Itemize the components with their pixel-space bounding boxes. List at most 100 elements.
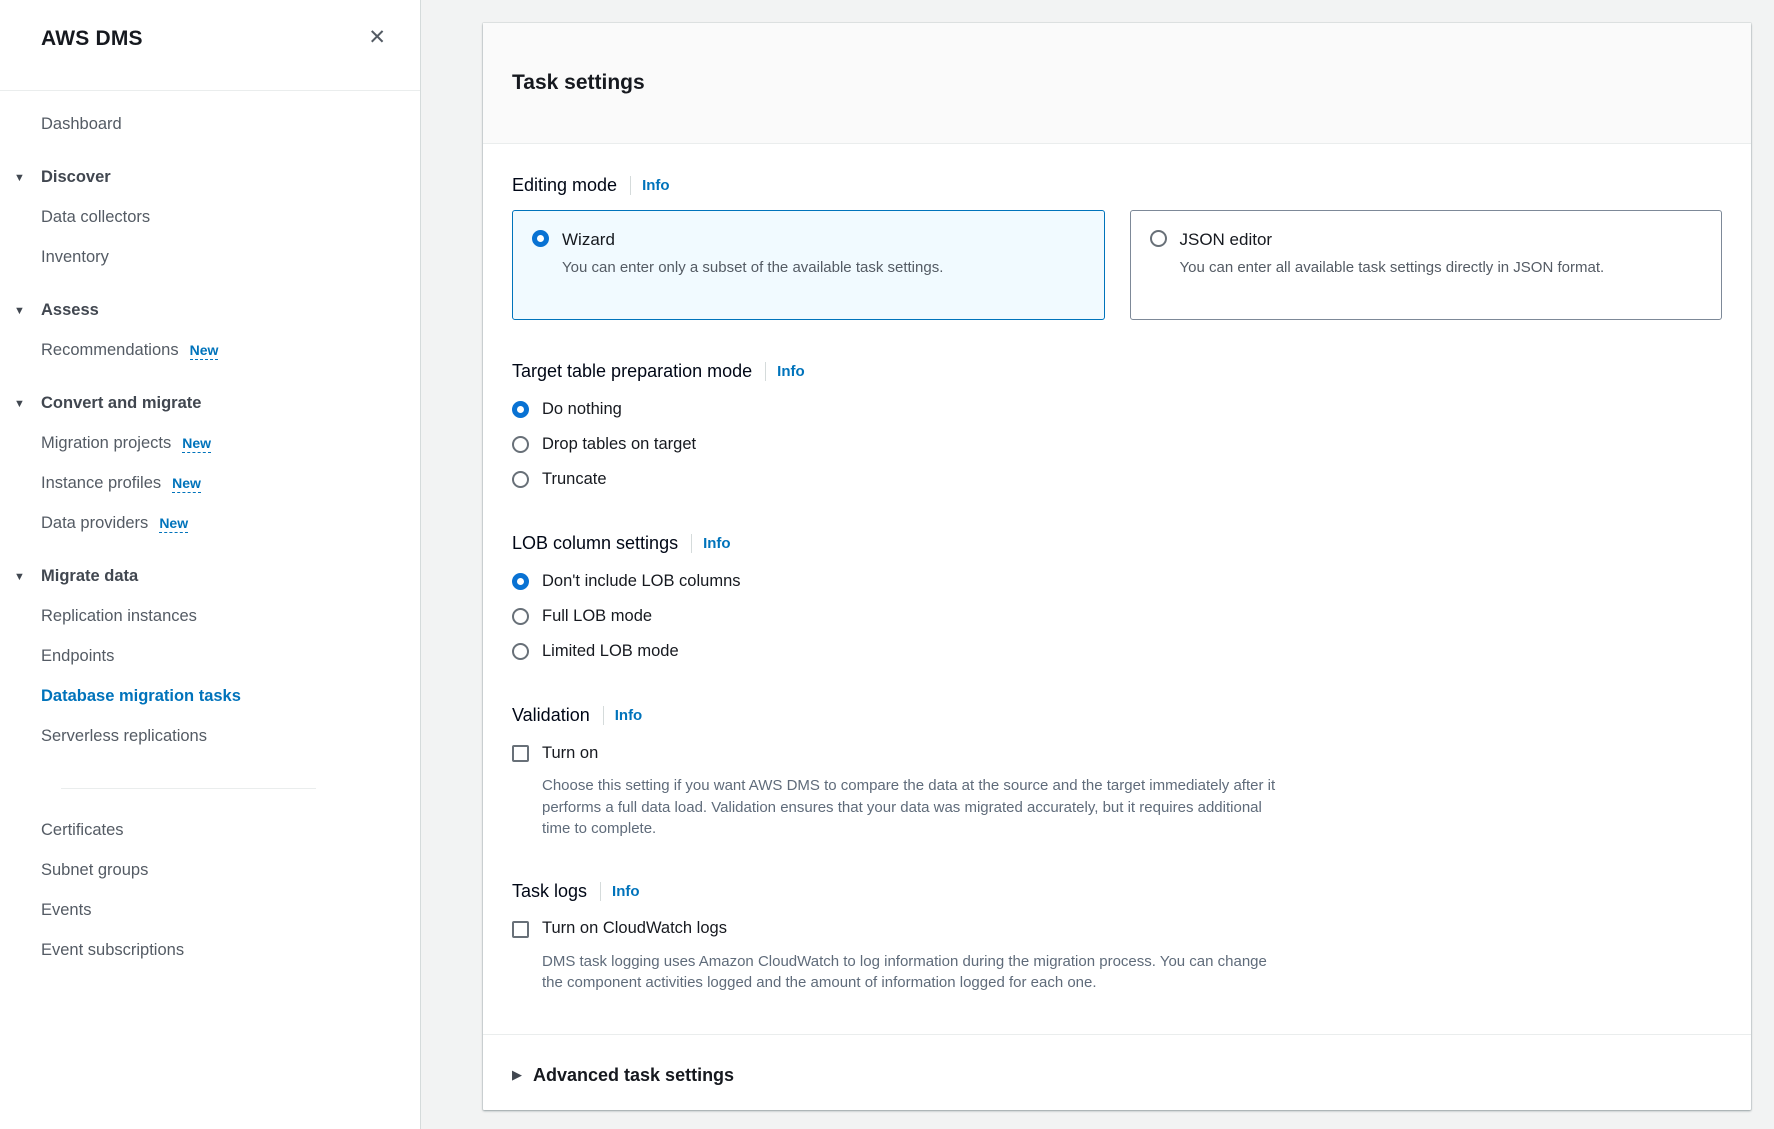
- card-body: Editing mode Info Wizard You can enter o…: [483, 144, 1751, 1034]
- wizard-tile-description: You can enter only a subset of the avail…: [562, 257, 943, 279]
- sidebar-item-subnet-groups[interactable]: Subnet groups: [41, 859, 390, 882]
- json-editor-tile-description: You can enter all available task setting…: [1180, 257, 1605, 279]
- sidebar-item-database-migration-tasks[interactable]: Database migration tasks: [41, 685, 390, 708]
- label-divider: [603, 706, 604, 725]
- lob-settings-info-link[interactable]: Info: [703, 535, 731, 552]
- new-badge[interactable]: New: [172, 475, 201, 493]
- sidebar-item-recommendations[interactable]: Recommendations New: [41, 339, 390, 362]
- caret-right-icon: ▶: [512, 1066, 522, 1084]
- cloudwatch-logs-checkbox-row[interactable]: Turn on CloudWatch logs: [512, 916, 1722, 942]
- validation-section: Validation Info Turn on Choose this sett…: [512, 704, 1722, 840]
- sidebar-item-label: Data providers: [41, 514, 148, 532]
- close-icon[interactable]: ✕: [366, 24, 388, 52]
- json-editor-tile-label: JSON editor: [1180, 229, 1605, 251]
- new-badge[interactable]: New: [159, 515, 188, 533]
- editing-mode-header: Editing mode Info: [512, 174, 1722, 197]
- chevron-down-icon: ▼: [14, 167, 25, 190]
- radio-option-dont-include-lob[interactable]: Don't include LOB columns: [512, 568, 1722, 594]
- radio-option-label: Limited LOB mode: [542, 640, 679, 663]
- target-table-prep-section: Target table preparation mode Info Do no…: [512, 360, 1722, 492]
- editing-mode-label: Editing mode: [512, 174, 617, 197]
- target-table-prep-info-link[interactable]: Info: [777, 363, 805, 380]
- radio-option-drop-tables-on-target[interactable]: Drop tables on target: [512, 431, 1722, 457]
- sidebar-section-convert-and-migrate[interactable]: ▼ Convert and migrate: [41, 392, 390, 415]
- sidebar-item-replication-instances[interactable]: Replication instances: [41, 605, 390, 628]
- sidebar-divider: [61, 788, 316, 789]
- sidebar-section-migrate-data[interactable]: ▼ Migrate data: [41, 565, 390, 588]
- editing-mode-section: Editing mode Info Wizard You can enter o…: [512, 174, 1722, 320]
- task-settings-container: Task settings Editing mode Info Wizard Y…: [483, 23, 1751, 1110]
- sidebar-title: AWS DMS: [41, 27, 143, 50]
- sidebar-section-assess[interactable]: ▼ Assess: [41, 299, 390, 322]
- new-badge[interactable]: New: [190, 342, 219, 360]
- radio-option-label: Truncate: [542, 468, 607, 491]
- sidebar-item-migration-projects[interactable]: Migration projects New: [41, 432, 390, 455]
- radio-option-label: Don't include LOB columns: [542, 570, 741, 593]
- new-badge[interactable]: New: [182, 435, 211, 453]
- sidebar-item-event-subscriptions[interactable]: Event subscriptions: [41, 939, 390, 962]
- sidebar-item-label: Migration projects: [41, 434, 171, 452]
- radio-option-truncate[interactable]: Truncate: [512, 466, 1722, 492]
- radio-option-label: Drop tables on target: [542, 433, 696, 456]
- wizard-tile-label: Wizard: [562, 229, 943, 251]
- sidebar-item-events[interactable]: Events: [41, 899, 390, 922]
- target-table-prep-header: Target table preparation mode Info: [512, 360, 1722, 383]
- sidebar-section-label: Convert and migrate: [41, 394, 201, 412]
- radio-checked-icon[interactable]: [532, 230, 549, 247]
- radio-unchecked-icon[interactable]: [512, 608, 529, 625]
- sidebar-item-data-collectors[interactable]: Data collectors: [41, 206, 390, 229]
- sidebar-item-certificates[interactable]: Certificates: [41, 819, 390, 842]
- validation-header: Validation Info: [512, 704, 1722, 727]
- radio-unchecked-icon[interactable]: [512, 436, 529, 453]
- label-divider: [691, 534, 692, 553]
- side-navigation: AWS DMS ✕ Dashboard ▼ Discover Data coll…: [0, 0, 421, 1129]
- validation-description: Choose this setting if you want AWS DMS …: [542, 775, 1287, 840]
- checkbox-unchecked-icon[interactable]: [512, 745, 529, 762]
- radio-option-limited-lob-mode[interactable]: Limited LOB mode: [512, 638, 1722, 664]
- radio-option-label: Full LOB mode: [542, 605, 652, 628]
- editing-mode-tiles: Wizard You can enter only a subset of th…: [512, 210, 1722, 320]
- advanced-task-settings-label: Advanced task settings: [533, 1064, 734, 1087]
- sidebar-item-inventory[interactable]: Inventory: [41, 246, 390, 269]
- lob-settings-header: LOB column settings Info: [512, 532, 1722, 555]
- lob-settings-section: LOB column settings Info Don't include L…: [512, 532, 1722, 664]
- advanced-task-settings-expander[interactable]: ▶ Advanced task settings: [512, 1064, 1722, 1087]
- sidebar-item-serverless-replications[interactable]: Serverless replications: [41, 725, 390, 748]
- sidebar-item-instance-profiles[interactable]: Instance profilesNew: [41, 472, 390, 495]
- page-title: Task settings: [512, 70, 1722, 96]
- chevron-down-icon: ▼: [14, 393, 25, 416]
- sidebar-item-label: Recommendations: [41, 341, 179, 359]
- checkbox-label: Turn on CloudWatch logs: [542, 917, 727, 940]
- validation-label: Validation: [512, 704, 590, 727]
- radio-checked-icon[interactable]: [512, 401, 529, 418]
- checkbox-label: Turn on: [542, 742, 598, 765]
- radio-unchecked-icon[interactable]: [512, 471, 529, 488]
- sidebar-item-dashboard[interactable]: Dashboard: [41, 113, 390, 136]
- wizard-tile-content: Wizard You can enter only a subset of th…: [562, 229, 943, 279]
- radio-option-full-lob-mode[interactable]: Full LOB mode: [512, 603, 1722, 629]
- radio-unchecked-icon[interactable]: [1150, 230, 1167, 247]
- radio-unchecked-icon[interactable]: [512, 643, 529, 660]
- sidebar-item-endpoints[interactable]: Endpoints: [41, 645, 390, 668]
- checkbox-unchecked-icon[interactable]: [512, 921, 529, 938]
- sidebar-section-label: Discover: [41, 168, 111, 186]
- label-divider: [765, 362, 766, 381]
- target-table-prep-label: Target table preparation mode: [512, 360, 752, 383]
- sidebar-header: AWS DMS ✕: [0, 0, 420, 91]
- wizard-tile[interactable]: Wizard You can enter only a subset of th…: [512, 210, 1105, 320]
- json-editor-tile[interactable]: JSON editor You can enter all available …: [1130, 210, 1723, 320]
- validation-info-link[interactable]: Info: [615, 707, 643, 724]
- sidebar-item-data-providers[interactable]: Data providers New: [41, 512, 390, 535]
- radio-checked-icon[interactable]: [512, 573, 529, 590]
- json-editor-tile-content: JSON editor You can enter all available …: [1180, 229, 1605, 279]
- radio-option-do-nothing[interactable]: Do nothing: [512, 396, 1722, 422]
- task-logs-info-link[interactable]: Info: [612, 883, 640, 900]
- sidebar-nav: Dashboard ▼ Discover Data collectors Inv…: [0, 91, 420, 999]
- editing-mode-info-link[interactable]: Info: [642, 177, 670, 194]
- validation-turn-on-checkbox-row[interactable]: Turn on: [512, 740, 1722, 766]
- sidebar-section-discover[interactable]: ▼ Discover: [41, 166, 390, 189]
- card-footer: ▶ Advanced task settings: [483, 1034, 1751, 1116]
- label-divider: [630, 176, 631, 195]
- sidebar-section-label: Assess: [41, 301, 99, 319]
- task-logs-description: DMS task logging uses Amazon CloudWatch …: [542, 951, 1287, 994]
